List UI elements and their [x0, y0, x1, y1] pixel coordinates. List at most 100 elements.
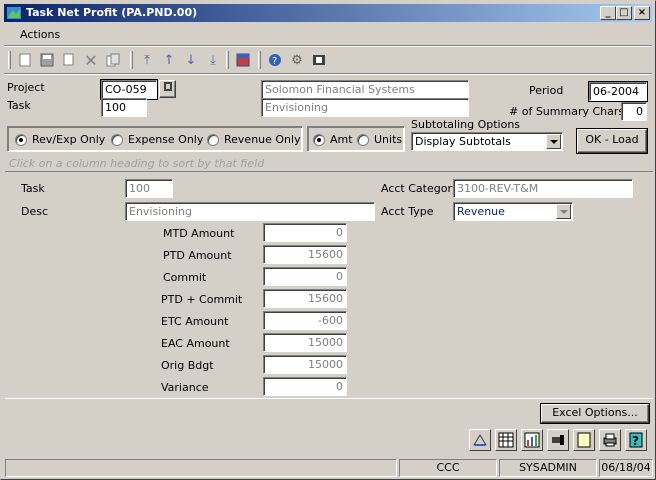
orig-bdgt-field: 15000	[263, 355, 347, 374]
orig-bdgt-label: Orig Bdgt	[161, 359, 214, 372]
status-date: 06/18/04	[599, 459, 653, 477]
template-icon[interactable]	[234, 51, 252, 69]
acct-category-field: 3100-REV-T&M	[453, 179, 633, 198]
last-icon[interactable]: ⤓	[204, 51, 222, 69]
radio-selected-dot	[313, 133, 325, 146]
menu-bar: Actions	[4, 25, 652, 45]
quick-query-icon[interactable]	[310, 51, 328, 69]
ptd-commit-field: 15600	[263, 289, 347, 308]
period-field[interactable]: 06-2004	[588, 81, 648, 102]
variance-label: Variance	[161, 381, 209, 394]
subtotaling-value: Display Subtotals	[415, 135, 511, 148]
mtd-amount-field: 0	[263, 223, 347, 242]
radio-revenue-only[interactable]: Revenue Only	[207, 133, 301, 146]
project-lookup-button[interactable]	[159, 80, 176, 98]
toolbar-grip	[226, 51, 229, 69]
title-bar: Task Net Profit (PA.PND.00) _ □ ×	[4, 4, 652, 22]
radio-dot	[357, 133, 369, 146]
eac-amount-field: 15000	[263, 333, 347, 352]
acct-type-label: Acct Type	[381, 205, 434, 218]
save-icon[interactable]	[38, 51, 56, 69]
spreadsheet-icon[interactable]	[495, 429, 517, 451]
sort-hint: Click on a column heading to sort by tha…	[9, 157, 265, 170]
radio-amt[interactable]: Amt	[313, 133, 353, 146]
task-description: Envisioning	[261, 98, 469, 117]
detail-task-field: 100	[125, 179, 173, 198]
commit-label: Commit	[163, 271, 207, 284]
radio-expense-label: Expense Only	[128, 133, 204, 146]
document-icon[interactable]	[573, 429, 595, 451]
copy-icon[interactable]	[60, 51, 78, 69]
status-message	[5, 459, 397, 477]
next-icon[interactable]: ↓	[182, 51, 200, 69]
detail-desc-label: Desc	[21, 205, 49, 218]
variance-field: 0	[263, 377, 347, 396]
project-field[interactable]: CO-059	[100, 79, 158, 100]
minimize-button[interactable]: _	[600, 6, 616, 20]
toolbar-grip	[8, 51, 11, 69]
radio-units[interactable]: Units	[357, 133, 402, 146]
main-window: Task Net Profit (PA.PND.00) _ □ × Action…	[0, 0, 656, 480]
help-icon[interactable]: ?	[625, 429, 647, 451]
svg-text:?: ?	[632, 434, 639, 448]
lookup-icon	[163, 82, 172, 91]
first-icon[interactable]: ⤒	[138, 51, 156, 69]
acct-category-label: Acct Category	[381, 182, 459, 195]
commit-field: 0	[263, 267, 347, 286]
subtotaling-label: Subtotaling Options	[411, 118, 521, 131]
dropdown-arrow-icon[interactable]	[556, 204, 571, 219]
period-label: Period	[529, 84, 564, 97]
mtd-amount-label: MTD Amount	[163, 227, 235, 240]
ptd-commit-label: PTD + Commit	[161, 293, 243, 306]
radio-dot	[111, 133, 123, 146]
maximize-button[interactable]: □	[616, 6, 632, 20]
detail-desc-field: Envisioning	[125, 202, 375, 221]
ptd-amount-label: PTD Amount	[163, 249, 232, 262]
status-user: SYSADMIN	[499, 459, 597, 477]
window-title: Task Net Profit (PA.PND.00)	[26, 6, 198, 19]
excel-options-button[interactable]: Excel Options...	[540, 403, 650, 424]
task-label: Task	[7, 99, 31, 112]
menu-actions[interactable]: Actions	[20, 28, 60, 41]
radio-dot	[207, 133, 219, 146]
subtotaling-select[interactable]: Display Subtotals	[411, 132, 563, 151]
radio-units-label: Units	[374, 133, 403, 146]
radio-revenue-label: Revenue Only	[224, 133, 301, 146]
project-description: Solomon Financial Systems	[261, 80, 469, 99]
new-icon[interactable]	[16, 51, 34, 69]
etc-amount-label: ETC Amount	[161, 315, 229, 328]
print-icon[interactable]	[599, 429, 621, 451]
radio-amt-label: Amt	[330, 133, 353, 146]
acct-type-value: Revenue	[457, 205, 505, 218]
cancel-icon[interactable]	[104, 51, 122, 69]
customize-icon[interactable]: ⚙	[288, 51, 306, 69]
help-icon[interactable]: ?	[266, 51, 284, 69]
radio-rev-exp-only[interactable]: Rev/Exp Only	[15, 133, 105, 146]
toolbar-grip	[130, 51, 133, 69]
export-icon[interactable]	[547, 429, 569, 451]
summary-chars-label: # of Summary Chars	[509, 105, 625, 118]
acct-type-select[interactable]: Revenue	[453, 202, 573, 221]
toolbar-divider	[4, 73, 652, 75]
app-icon	[7, 7, 21, 19]
close-button[interactable]: ×	[634, 6, 650, 20]
detail-task-label: Task	[21, 182, 45, 195]
chart-icon[interactable]	[521, 429, 543, 451]
radio-selected-dot	[15, 133, 27, 146]
project-label: Project	[7, 81, 45, 94]
svg-text:?: ?	[272, 56, 277, 67]
status-company: CCC	[399, 459, 497, 477]
delete-icon[interactable]: ✕	[82, 51, 100, 70]
radio-expense-only[interactable]: Expense Only	[111, 133, 203, 146]
previous-icon[interactable]: ↑	[160, 51, 178, 69]
summary-chars-field[interactable]: 0	[621, 102, 647, 121]
task-field[interactable]: 100	[101, 98, 147, 117]
toolbar-grip	[258, 51, 261, 69]
toolbar: ✕ ⤒ ↑ ↓ ⤓ ? ⚙	[4, 47, 652, 73]
ptd-amount-field: 15600	[263, 245, 347, 264]
eac-amount-label: EAC Amount	[161, 337, 230, 350]
ok-load-button[interactable]: OK - Load	[576, 128, 648, 154]
dropdown-arrow-icon[interactable]	[546, 134, 561, 149]
etc-amount-field: -600	[263, 311, 347, 330]
note-icon[interactable]	[469, 429, 491, 451]
